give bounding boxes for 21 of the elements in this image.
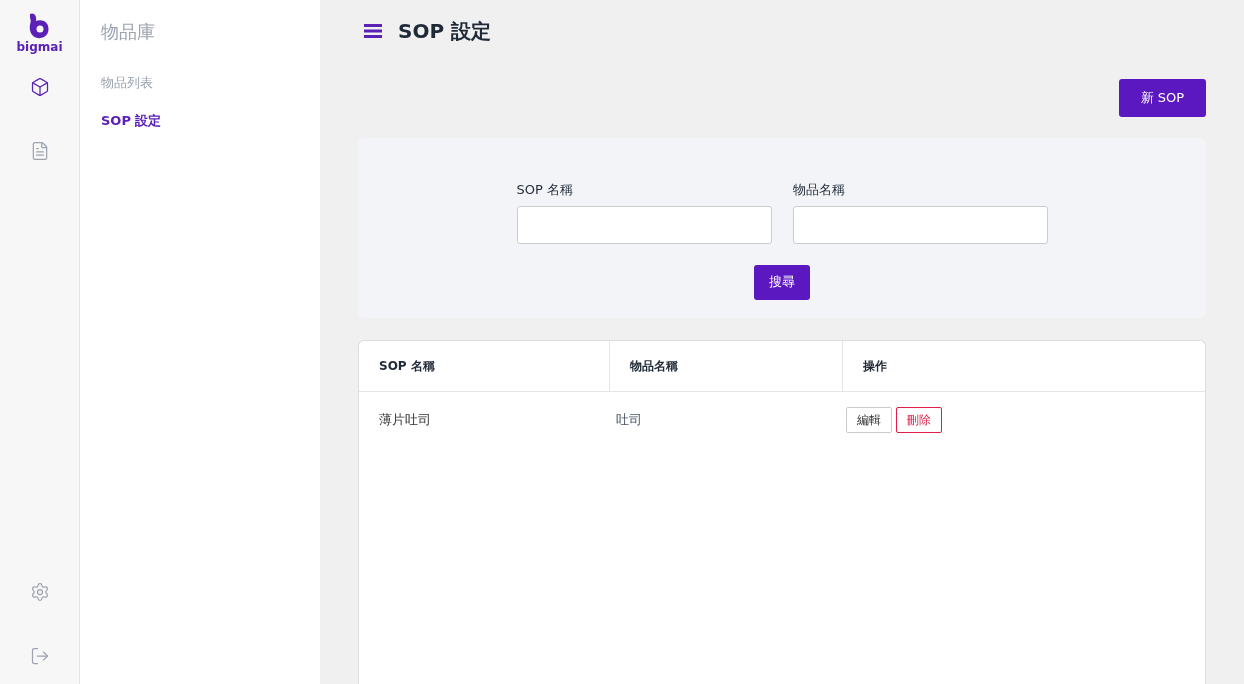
menu-icon[interactable] — [364, 24, 382, 38]
delete-button[interactable]: 刪除 — [896, 407, 942, 433]
column-header: SOP 名稱 — [359, 341, 610, 391]
input-field[interactable] — [516, 205, 772, 244]
column-header: 操作 — [862, 358, 888, 375]
table-cell-text: 吐司 — [615, 411, 643, 430]
table-cell-text: 薄片吐司 — [378, 411, 432, 430]
search-button[interactable]: 搜尋 — [754, 264, 810, 300]
page-title: SOP 設定 — [398, 18, 492, 45]
new-sop-button[interactable]: 新 SOP — [1118, 79, 1206, 117]
column-header: 物品名稱 — [610, 341, 843, 391]
sidebar-item[interactable]: SOP 設定 — [101, 110, 299, 130]
field-label: 物品名稱 — [792, 181, 846, 199]
sidebar-title: 物品庫 — [101, 20, 156, 44]
edit-button[interactable]: 編輯 — [846, 407, 892, 433]
settings-icon[interactable] — [29, 582, 50, 602]
input-field[interactable] — [792, 205, 1048, 244]
logout-icon[interactable] — [29, 646, 50, 666]
logo-text: bigmai — [16, 41, 63, 53]
field-label: SOP 名稱 — [516, 181, 574, 199]
cube-icon[interactable] — [29, 77, 50, 97]
